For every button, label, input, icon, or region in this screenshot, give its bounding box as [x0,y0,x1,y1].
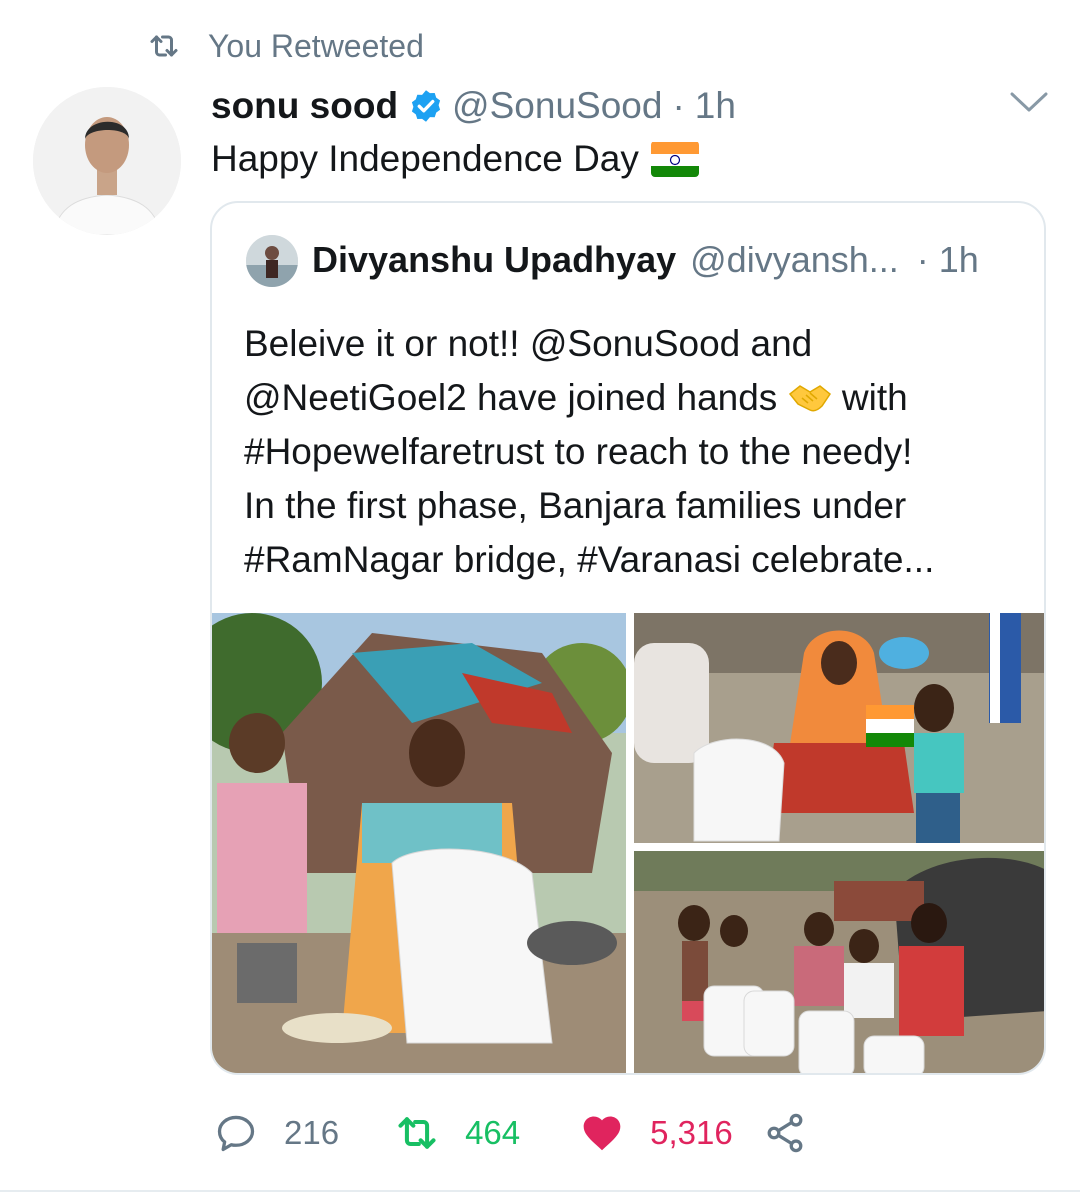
like-count: 5,316 [650,1114,733,1151]
quoted-text-line: Beleive it or not!! @SonuSood and [244,323,813,364]
like-button[interactable]: 5,316 [580,1111,733,1155]
retweet-button[interactable]: 464 [395,1111,520,1155]
author-name[interactable]: sonu sood [211,85,398,127]
photo-mother-children-tent[interactable] [212,613,626,1073]
reply-count: 216 [284,1114,340,1151]
header-separator: · [672,85,685,126]
heart-icon [583,1116,621,1151]
photo-woman-child-flag[interactable] [634,613,1044,843]
verified-badge-icon [411,90,441,122]
quoted-tweet-card[interactable]: Divyanshu Upadhyay @divyansh... · 1h Bel… [210,201,1046,1075]
author-handle[interactable]: @SonuSood [452,85,662,127]
quoted-header-separator: · [916,239,929,280]
tweet-text-body: Happy Independence Day [211,138,639,179]
retweet-icon [398,1117,436,1149]
bottom-divider [0,1190,1080,1192]
quoted-tweet-header: Divyanshu Upadhyay @divyansh... · 1h [312,237,979,283]
quoted-author-handle[interactable]: @divyansh... [690,239,899,281]
reply-button[interactable]: 216 [214,1111,339,1155]
tweet-time[interactable]: 1h [695,85,736,127]
retweet-count: 464 [465,1114,521,1151]
photo-group-families[interactable] [634,851,1044,1073]
retweet-icon [150,35,178,57]
quoted-text-line: In the first phase, Banjara families und… [244,485,907,526]
author-avatar[interactable] [33,87,181,235]
tweet-header: sonu sood @SonuSood · 1h [211,80,736,132]
reply-icon [217,1115,255,1152]
quoted-text-line: #RamNagar bridge, #Varanasi celebrate... [244,539,935,580]
quoted-text-line: #Hopewelfaretrust to reach to the needy! [244,431,913,472]
quoted-tweet-text: Beleive it or not!! @SonuSood and @Neeti… [244,317,1034,587]
retweet-context: You Retweeted [146,26,424,66]
quoted-tweet-time[interactable]: 1h [939,239,979,281]
handshake-icon [788,385,831,412]
tweet-actions: 216 464 5,316 [214,1108,833,1158]
retweet-context-label: You Retweeted [208,27,424,64]
quoted-author-avatar[interactable] [246,235,298,287]
chevron-down-icon[interactable] [1008,88,1050,118]
tweet-text: Happy Independence Day [211,134,699,184]
quoted-author-name[interactable]: Divyanshu Upadhyay [312,239,676,281]
share-icon [767,1113,803,1153]
share-button[interactable] [763,1111,833,1155]
quoted-text-line: @NeetiGoel2 have joined hands with [244,377,908,418]
india-flag-icon [650,141,699,177]
